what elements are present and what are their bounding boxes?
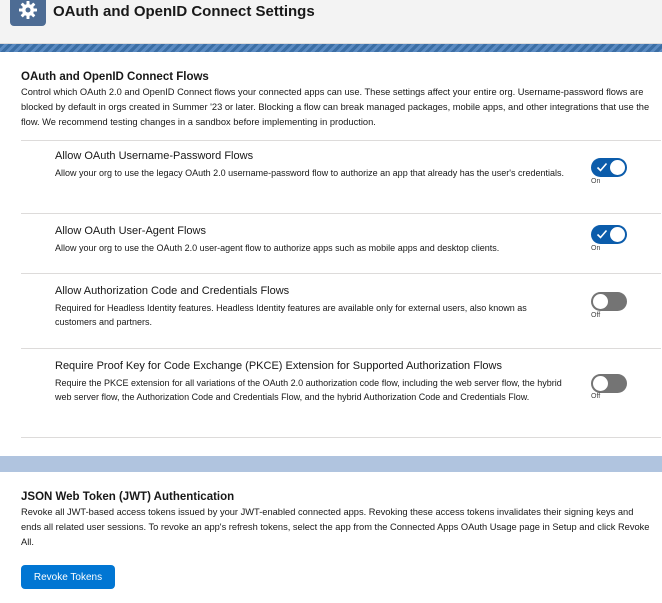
jwt-section-description: Revoke all JWT-based access tokens issue… <box>21 507 650 547</box>
toggle-state-label: On <box>591 178 601 185</box>
row-divider <box>21 273 661 274</box>
section-separator <box>0 456 662 472</box>
flow-item-title-username-password: Allow OAuth Username-Password Flows <box>55 150 254 162</box>
page-header: OAuth and OpenID Connect Settings <box>0 0 662 44</box>
gear-icon <box>10 0 46 26</box>
flow-item-description-auth-code-credentials: Required for Headless Identity features.… <box>55 303 527 327</box>
auth-code-credentials-toggle[interactable] <box>591 292 627 311</box>
username-password-toggle[interactable] <box>591 158 627 177</box>
row-divider <box>21 140 661 141</box>
row-divider <box>21 437 661 438</box>
check-icon <box>596 229 608 239</box>
page-title: OAuth and OpenID Connect Settings <box>53 3 315 20</box>
jwt-section-title: JSON Web Token (JWT) Authentication <box>21 491 235 503</box>
pkce-toggle[interactable] <box>591 374 627 393</box>
flow-item-title-user-agent: Allow OAuth User-Agent Flows <box>55 225 206 237</box>
decorative-banner <box>0 44 662 52</box>
flows-section-description: Control which OAuth 2.0 and OpenID Conne… <box>21 87 650 127</box>
toggle-state-label: On <box>591 245 601 252</box>
row-divider <box>21 348 661 349</box>
revoke-tokens-button[interactable]: Revoke Tokens <box>21 565 115 589</box>
toggle-state-label: Off <box>591 312 601 319</box>
flows-section-title: OAuth and OpenID Connect Flows <box>21 71 209 83</box>
flow-item-title-auth-code-credentials: Allow Authorization Code and Credentials… <box>55 285 290 297</box>
user-agent-toggle[interactable] <box>591 225 627 244</box>
toggle-state-label: Off <box>591 393 601 400</box>
flow-item-description-username-password: Allow your org to use the legacy OAuth 2… <box>55 168 565 178</box>
flow-item-description-pkce: Require the PKCE extension for all varia… <box>55 378 562 402</box>
flow-item-title-pkce: Require Proof Key for Code Exchange (PKC… <box>55 360 502 372</box>
row-divider <box>21 213 661 214</box>
flow-item-description-user-agent: Allow your org to use the OAuth 2.0 user… <box>55 243 500 253</box>
check-icon <box>596 162 608 172</box>
